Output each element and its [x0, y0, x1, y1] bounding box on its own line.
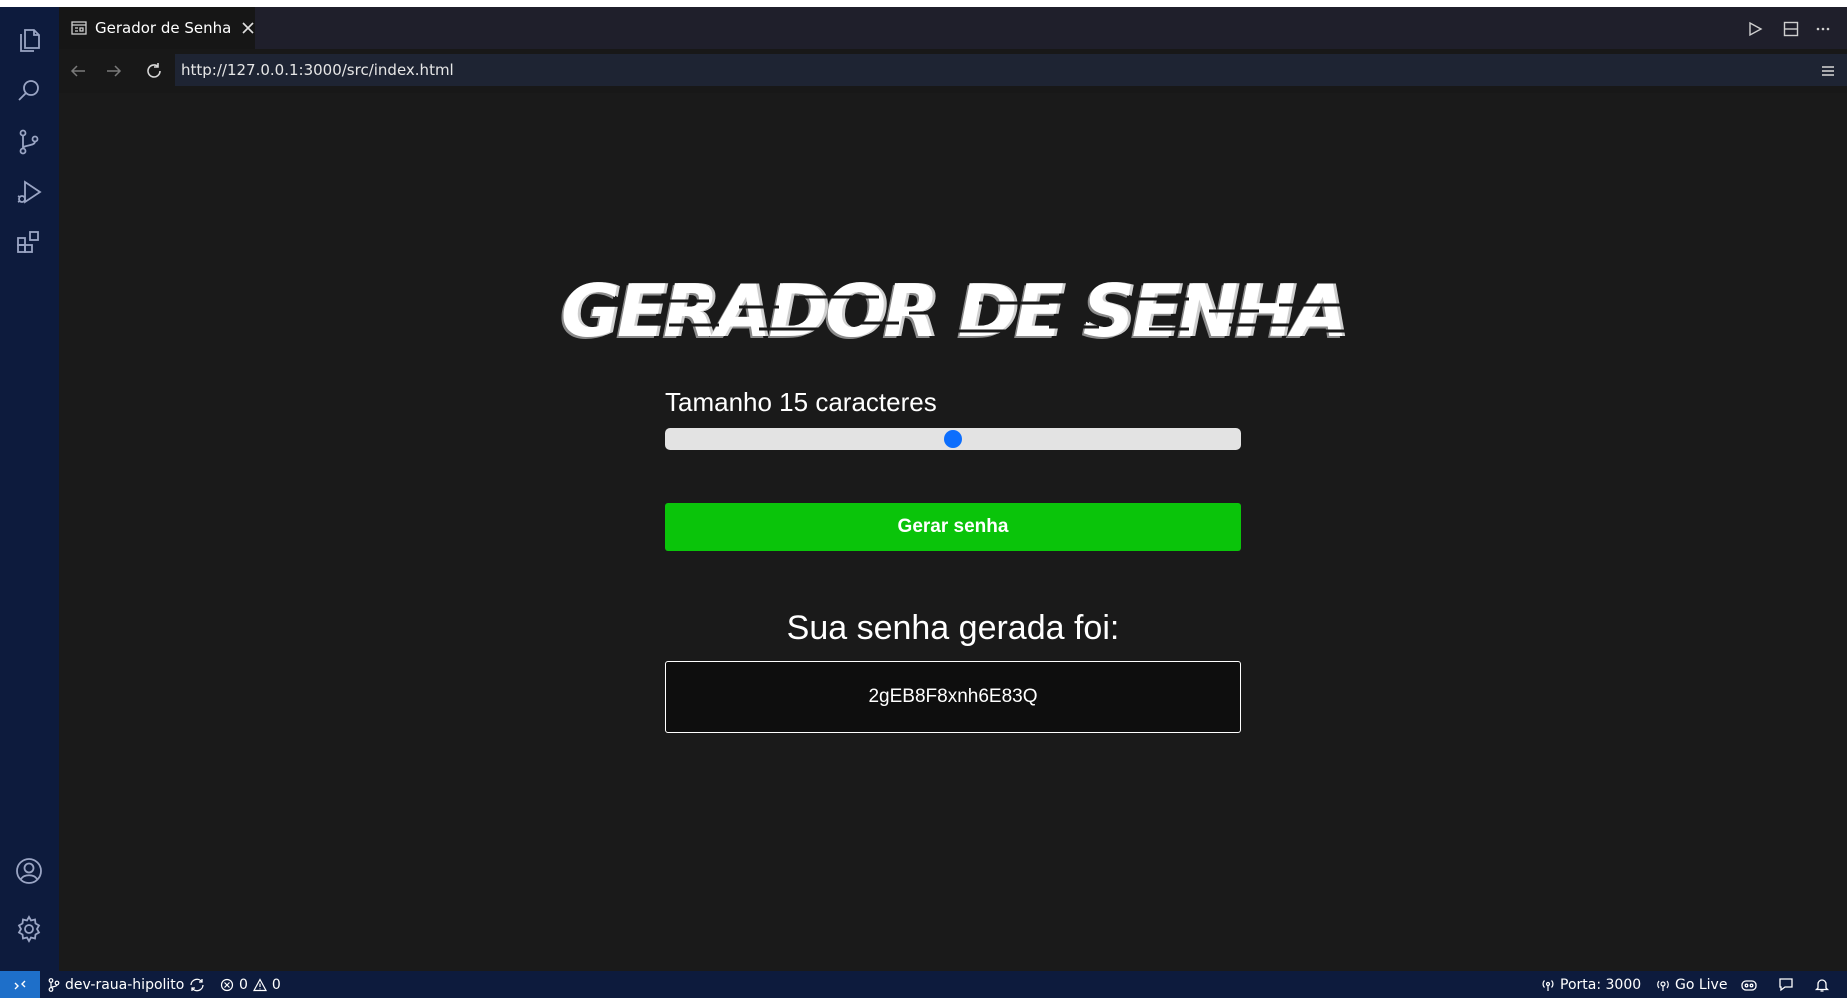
go-live-button[interactable]: Go Live: [1656, 971, 1727, 998]
web-preview: GERADOR DE SENHA Tamanho 15 caracteres G…: [59, 93, 1847, 971]
length-slider[interactable]: [665, 428, 1241, 450]
feedback-icon[interactable]: [1778, 971, 1794, 998]
activity-bar: [0, 7, 59, 971]
page-title: GERADOR DE SENHA: [560, 269, 1348, 353]
tab-label: Gerador de Senha: [95, 19, 232, 37]
port-status[interactable]: Porta: 3000: [1541, 971, 1641, 998]
browser-preview-icon: [71, 21, 87, 35]
branch-status[interactable]: dev-raua-hipolito: [48, 971, 205, 998]
warning-icon: [252, 977, 267, 992]
window-top-strip: [0, 0, 1847, 7]
settings-gear-icon[interactable]: [12, 912, 46, 946]
slider-thumb[interactable]: [944, 430, 962, 448]
branch-icon: [48, 977, 60, 992]
error-icon: [220, 978, 234, 992]
sync-icon[interactable]: [189, 978, 205, 992]
search-icon[interactable]: [12, 74, 46, 108]
broadcast-icon: [1541, 978, 1555, 992]
forward-arrow-icon[interactable]: [103, 60, 125, 82]
account-icon[interactable]: [12, 854, 46, 888]
error-count: 0: [239, 976, 248, 993]
branch-name: dev-raua-hipolito: [65, 976, 185, 993]
reload-icon[interactable]: [143, 60, 165, 82]
password-output[interactable]: 2gEB8F8xnh6E83Q: [665, 661, 1241, 733]
extensions-icon[interactable]: [12, 225, 46, 259]
split-editor-icon[interactable]: [1781, 19, 1801, 39]
status-bar: dev-raua-hipolito 0 0 Porta: 3000 Go Liv…: [0, 971, 1847, 998]
url-input[interactable]: [175, 54, 1847, 86]
source-control-icon[interactable]: [12, 125, 46, 159]
problems-status[interactable]: 0 0: [220, 971, 281, 998]
back-arrow-icon[interactable]: [67, 60, 89, 82]
editor-tab-bar: Gerador de Senha: [59, 7, 1847, 49]
warning-count: 0: [271, 976, 281, 993]
go-live-icon: [1656, 978, 1670, 992]
result-heading: Sua senha gerada foi:: [786, 609, 1120, 647]
run-icon[interactable]: [1745, 19, 1765, 39]
menu-hamburger-icon[interactable]: [1817, 60, 1839, 82]
port-label: Porta: 3000: [1560, 976, 1642, 993]
tab-gerador-de-senha[interactable]: Gerador de Senha: [59, 7, 255, 49]
notifications-bell-icon[interactable]: [1814, 971, 1830, 998]
size-label: Tamanho 15 caracteres: [665, 387, 937, 417]
more-actions-icon[interactable]: [1813, 19, 1833, 39]
copilot-icon[interactable]: [1740, 971, 1758, 998]
go-live-label: Go Live: [1675, 976, 1728, 993]
run-debug-icon[interactable]: [12, 175, 46, 209]
files-icon[interactable]: [12, 23, 46, 57]
password-value: 2gEB8F8xnh6E83Q: [868, 686, 1038, 707]
close-tab-icon[interactable]: [241, 21, 255, 35]
browser-nav-bar: [59, 49, 1847, 93]
generate-password-button[interactable]: Gerar senha: [665, 503, 1241, 551]
remote-indicator-icon[interactable]: [0, 971, 40, 998]
